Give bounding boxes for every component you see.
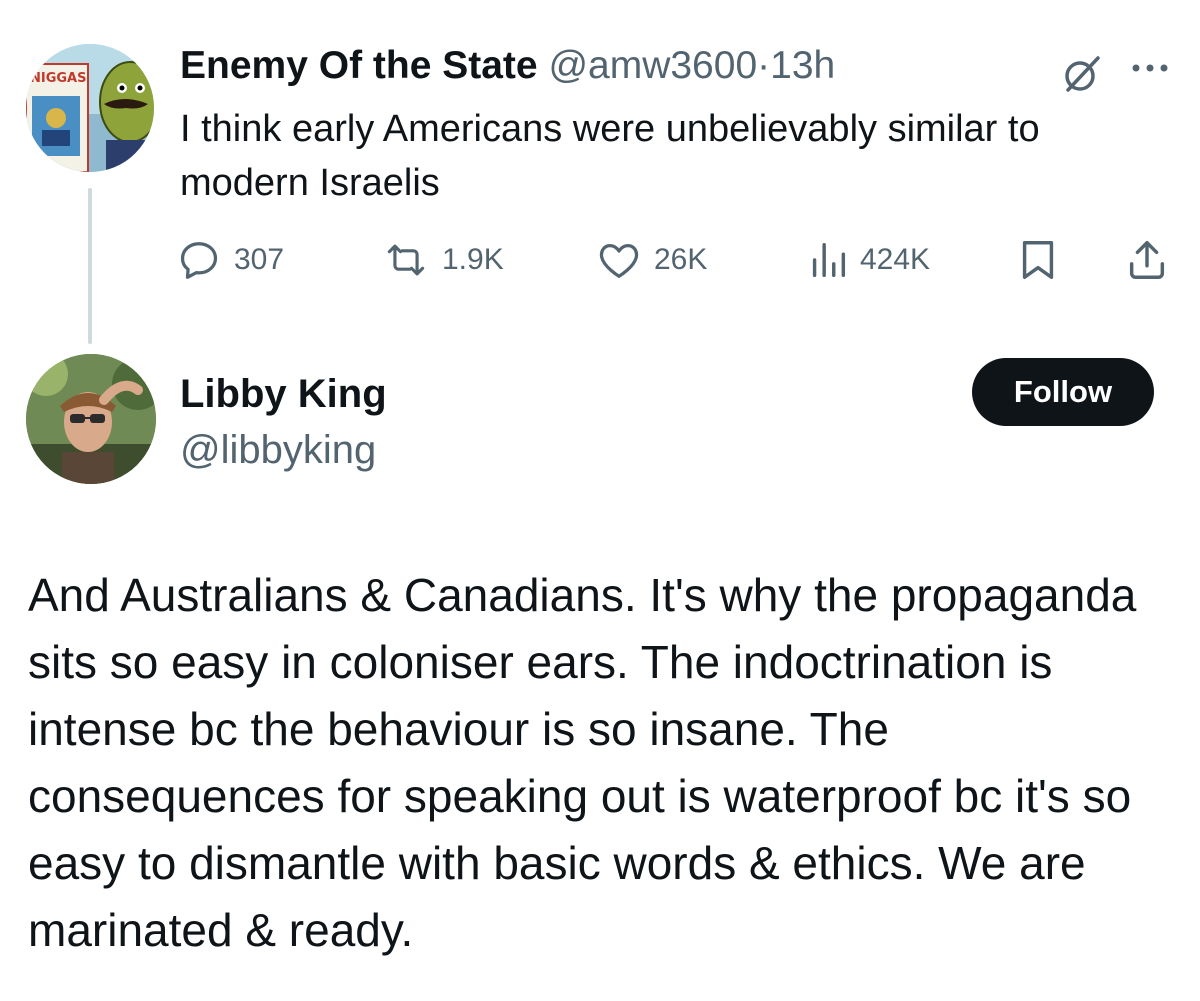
thread-connector-line	[88, 188, 92, 344]
author-name[interactable]: Enemy Of the State	[180, 44, 538, 87]
repost-button[interactable]: 1.9K	[382, 232, 504, 288]
avatar-libby-king[interactable]	[26, 354, 156, 484]
like-icon	[599, 243, 639, 278]
avatar-cartoon-image: NIGGAS	[26, 44, 154, 172]
like-button[interactable]: 26K	[596, 232, 707, 288]
views-count: 424K	[860, 243, 931, 276]
repost-icon	[387, 244, 425, 276]
repost-count: 1.9K	[442, 243, 504, 276]
reply-button[interactable]: 307	[176, 232, 284, 288]
tweet-action-bar: 307 1.9K 26K 424K	[176, 232, 1176, 288]
views-button[interactable]: 424K	[808, 232, 930, 288]
tweet-header: Enemy Of the State @amw3600·13h	[180, 40, 835, 92]
reply-text: And Australians & Canadians. It's why th…	[28, 569, 1137, 956]
reply-count: 307	[234, 243, 285, 276]
avatar-sign-text: NIGGAS	[30, 71, 86, 86]
follow-button[interactable]: Follow	[972, 358, 1154, 426]
bookmark-icon	[1022, 241, 1054, 279]
more-icon[interactable]	[1128, 56, 1172, 80]
reply-author-handle[interactable]: @libbyking	[180, 424, 376, 476]
tweet-text: I think early Americans were unbelievabl…	[180, 108, 1040, 204]
reply-author-name[interactable]: Libby King	[180, 368, 387, 420]
timestamp[interactable]: 13h	[770, 44, 835, 87]
avatar-enemy-of-the-state[interactable]: NIGGAS	[26, 44, 154, 172]
share-icon	[1129, 241, 1165, 279]
like-count: 26K	[654, 243, 708, 276]
bookmark-button[interactable]	[1016, 232, 1060, 288]
reply-icon	[180, 242, 218, 279]
grok-icon[interactable]	[1058, 50, 1106, 98]
views-icon	[812, 242, 846, 278]
share-button[interactable]	[1124, 232, 1170, 288]
author-handle[interactable]: @amw3600	[548, 44, 757, 87]
separator-dot: ·	[757, 44, 771, 87]
avatar-photo	[26, 354, 156, 484]
